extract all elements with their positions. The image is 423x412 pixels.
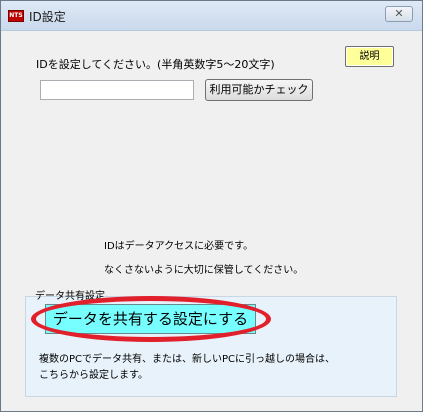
share-description-line-2: こちらから設定します。 bbox=[39, 370, 148, 381]
dialog-body: IDを設定してください。(半角英数字5～20文字) 説明 利用可能かチェック I… bbox=[8, 32, 415, 406]
app-logo-icon: NTS bbox=[8, 10, 24, 22]
id-input[interactable] bbox=[40, 80, 194, 100]
window-title: ID設定 bbox=[29, 10, 66, 24]
share-description-line-1: 複数のPCでデータ共有、または、新しいPCに引っ越しの場合は、 bbox=[39, 354, 336, 365]
id-settings-window: NTS ID設定 ✕ IDを設定してください。(半角英数字5～20文字) 説明 … bbox=[0, 0, 423, 412]
data-share-group-label: データ共有設定 bbox=[35, 291, 105, 302]
title-bar[interactable]: NTS ID設定 ✕ bbox=[1, 1, 422, 31]
id-note-line-2: なくさないように大切に保管してください。 bbox=[104, 265, 304, 276]
help-button[interactable]: 説明 bbox=[345, 46, 394, 67]
id-prompt-label: IDを設定してください。(半角英数字5～20文字) bbox=[36, 58, 275, 71]
check-availability-button[interactable]: 利用可能かチェック bbox=[205, 79, 313, 101]
id-note-line-1: IDはデータアクセスに必要です。 bbox=[104, 241, 254, 252]
close-button[interactable]: ✕ bbox=[385, 6, 413, 22]
enable-data-sharing-button[interactable]: データを共有する設定にする bbox=[45, 304, 256, 334]
